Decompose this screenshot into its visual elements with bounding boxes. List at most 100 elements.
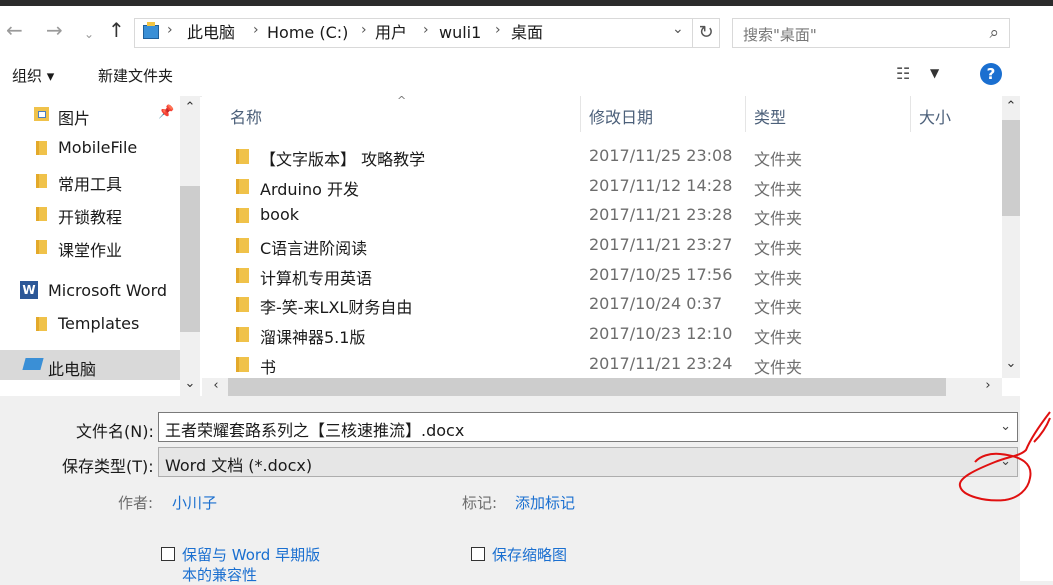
file-row[interactable]: 李-笑-来LXL财务自由 2017/10/24 0:37 文件夹 xyxy=(202,290,1002,319)
chevron-right-icon[interactable]: › xyxy=(495,22,501,38)
new-folder-button[interactable]: 新建文件夹 xyxy=(98,65,173,86)
compatibility-label-line2[interactable]: 本的兼容性 xyxy=(182,564,257,585)
background-strip xyxy=(1020,6,1053,581)
file-row[interactable]: 【文字版本】 攻略教学 2017/11/25 23:08 文件夹 xyxy=(202,142,1002,171)
chevron-down-icon[interactable]: ⌄ xyxy=(1000,454,1011,469)
address-bar[interactable]: › 此电脑 › Home (C:) › 用户 › wuli1 › 桌面 xyxy=(134,18,720,48)
organize-button[interactable]: 组织 ▾ xyxy=(12,65,54,86)
view-details-icon[interactable]: ☷ xyxy=(896,64,910,83)
help-icon[interactable]: ? xyxy=(980,63,1002,85)
filename-input[interactable]: 王者荣耀套路系列之【三核速推流】.docx ⌄ xyxy=(158,412,1018,442)
recent-locations-chevron-icon[interactable]: ⌄ xyxy=(84,22,94,46)
refresh-icon[interactable]: ↻ xyxy=(692,18,720,48)
file-date: 2017/10/24 0:37 xyxy=(589,294,723,313)
chevron-right-icon[interactable]: › xyxy=(167,22,173,38)
save-thumbnail-checkbox[interactable] xyxy=(471,547,485,561)
column-divider[interactable] xyxy=(580,96,581,132)
nav-item-this-pc[interactable]: 此电脑 xyxy=(0,350,180,380)
nav-item-pictures[interactable]: 图片 📌 xyxy=(0,99,180,129)
breadcrumb-this-pc[interactable]: 此电脑 xyxy=(187,23,235,43)
file-type: 文件夹 xyxy=(754,328,803,347)
nav-item-label: Microsoft Word xyxy=(48,281,168,300)
nav-item-tools[interactable]: 常用工具 xyxy=(0,165,180,195)
search-icon: ⌕ xyxy=(989,23,999,43)
scroll-left-icon[interactable]: ‹ xyxy=(208,378,224,393)
file-row[interactable]: 计算机专用英语 2017/10/25 17:56 文件夹 xyxy=(202,261,1002,290)
breadcrumb-desktop[interactable]: 桌面 xyxy=(511,23,543,43)
filetype-value: Word 文档 (*.docx) xyxy=(165,456,313,475)
file-type: 文件夹 xyxy=(754,239,803,258)
author-label: 作者: xyxy=(118,494,154,512)
filetype-label: 保存类型(T): xyxy=(62,457,154,476)
file-row[interactable]: 溜课神器5.1版 2017/10/23 12:10 文件夹 xyxy=(202,320,1002,349)
back-arrow-icon[interactable]: ← xyxy=(6,18,23,42)
file-name: 书 xyxy=(260,358,277,377)
column-divider[interactable] xyxy=(745,96,746,132)
chevron-right-icon[interactable]: › xyxy=(361,22,367,38)
nav-scrollbar-thumb[interactable] xyxy=(180,186,200,332)
column-header-name[interactable]: 名称 xyxy=(230,104,262,128)
chevron-down-icon[interactable]: ⌄ xyxy=(1000,419,1011,434)
compatibility-checkbox[interactable] xyxy=(161,547,175,561)
column-divider[interactable] xyxy=(910,96,911,132)
column-header-type[interactable]: 类型 xyxy=(754,104,786,128)
file-type: 文件夹 xyxy=(754,269,803,288)
folder-icon xyxy=(236,238,249,253)
nav-item-label: 此电脑 xyxy=(48,360,97,379)
scroll-up-icon[interactable]: ⌃ xyxy=(180,100,200,115)
chevron-right-icon[interactable]: › xyxy=(253,22,259,38)
file-type: 文件夹 xyxy=(754,298,803,317)
breadcrumb-user[interactable]: wuli1 xyxy=(439,23,481,43)
file-type: 文件夹 xyxy=(754,209,803,228)
scroll-up-icon[interactable]: ⌃ xyxy=(1002,99,1020,114)
vertical-scrollbar-thumb[interactable] xyxy=(1002,120,1020,216)
view-dropdown-chevron-icon[interactable]: ▼ xyxy=(930,66,939,80)
folder-icon xyxy=(36,207,47,221)
folder-icon xyxy=(36,141,47,155)
file-type: 文件夹 xyxy=(754,150,803,169)
forward-arrow-icon[interactable]: → xyxy=(46,18,63,42)
save-thumbnail-label[interactable]: 保存缩略图 xyxy=(492,544,567,565)
navigation-pane: 图片 📌 MobileFile 常用工具 开锁教程 课堂作业 W Microso… xyxy=(0,96,200,396)
tags-field[interactable]: 添加标记 xyxy=(515,492,575,513)
command-bar: 组织 ▾ 新建文件夹 ☷ ▼ ? xyxy=(0,52,1020,97)
up-arrow-icon[interactable]: ↑ xyxy=(108,18,125,42)
file-row[interactable]: Arduino 开发 2017/11/12 14:28 文件夹 xyxy=(202,172,1002,201)
filetype-select[interactable]: Word 文档 (*.docx) ⌄ xyxy=(158,447,1018,477)
search-input[interactable]: 搜索"桌面" ⌕ xyxy=(732,18,1010,48)
nav-item-microsoft-word[interactable]: W Microsoft Word xyxy=(0,275,180,305)
file-date: 2017/11/21 23:28 xyxy=(589,205,733,224)
pin-icon[interactable]: 📌 xyxy=(158,105,174,120)
author-field[interactable]: 小川子 xyxy=(172,492,217,513)
folder-icon xyxy=(36,174,47,188)
pictures-folder-icon xyxy=(34,107,49,121)
scroll-down-icon[interactable]: ⌄ xyxy=(180,376,200,391)
file-date: 2017/11/21 23:27 xyxy=(589,235,733,254)
folder-icon xyxy=(236,357,249,372)
computer-icon xyxy=(143,22,159,39)
file-type: 文件夹 xyxy=(754,180,803,199)
column-header-size[interactable]: 大小 xyxy=(919,104,951,128)
file-date: 2017/10/23 12:10 xyxy=(589,324,733,343)
horizontal-scrollbar-thumb[interactable] xyxy=(228,378,946,396)
word-icon: W xyxy=(20,281,38,299)
address-dropdown-chevron-icon[interactable]: ⌄ xyxy=(672,21,684,37)
compatibility-label[interactable]: 保留与 Word 早期版 xyxy=(182,544,320,565)
nav-item-homework[interactable]: 课堂作业 xyxy=(0,231,180,261)
nav-item-templates[interactable]: Templates xyxy=(0,308,180,338)
file-date: 2017/11/21 23:24 xyxy=(589,354,733,373)
chevron-right-icon[interactable]: › xyxy=(423,22,429,38)
nav-item-lock-tutorial[interactable]: 开锁教程 xyxy=(0,198,180,228)
column-header-date[interactable]: 修改日期 xyxy=(589,104,653,128)
file-name: 【文字版本】 攻略教学 xyxy=(260,150,426,169)
nav-item-mobilefile[interactable]: MobileFile xyxy=(0,132,180,162)
file-row[interactable]: book 2017/11/21 23:28 文件夹 xyxy=(202,201,1002,230)
scroll-down-icon[interactable]: ⌄ xyxy=(1002,356,1020,371)
file-type: 文件夹 xyxy=(754,358,803,377)
breadcrumb-drive[interactable]: Home (C:) xyxy=(267,23,348,43)
scroll-right-icon[interactable]: › xyxy=(980,378,996,393)
breadcrumb-users[interactable]: 用户 xyxy=(375,23,407,43)
file-row[interactable]: C语言进阶阅读 2017/11/21 23:27 文件夹 xyxy=(202,231,1002,260)
file-name: C语言进阶阅读 xyxy=(260,239,368,258)
file-row[interactable]: 书 2017/11/21 23:24 文件夹 xyxy=(202,350,1002,378)
